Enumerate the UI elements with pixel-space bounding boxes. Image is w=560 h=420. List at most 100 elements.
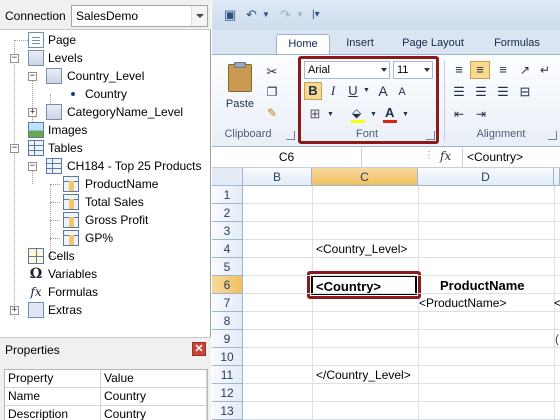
extras-icon (28, 302, 44, 318)
property-name: Name (5, 388, 101, 406)
copy-icon[interactable]: ❐ (264, 84, 280, 100)
cut-icon[interactable]: ✂ (264, 63, 280, 79)
paste-button[interactable]: Paste (222, 61, 256, 115)
formula-input[interactable]: <Country> (462, 148, 523, 167)
tree-item-extras[interactable]: + Extras (0, 301, 211, 319)
orientation-icon[interactable]: ↗ (516, 61, 534, 79)
row-header-12[interactable]: 12 (212, 384, 243, 402)
tree-item-images[interactable]: Images (0, 121, 211, 139)
undo-icon[interactable]: ↶ (246, 7, 257, 23)
row-header-5[interactable]: 5 (212, 258, 243, 276)
collapse-icon[interactable]: − (10, 144, 19, 153)
row-header-10[interactable]: 10 (212, 348, 243, 366)
select-all-corner[interactable] (212, 168, 243, 186)
tree-item-cells[interactable]: Cells (0, 247, 211, 265)
chevron-down-icon[interactable]: ▼ (262, 7, 270, 23)
align-center-icon[interactable]: ☰ (472, 83, 490, 101)
row-header-1[interactable]: 1 (212, 186, 243, 204)
collapse-icon[interactable]: − (28, 162, 37, 171)
chevron-down-icon[interactable] (191, 6, 207, 26)
tab-page-layout[interactable]: Page Layout (394, 34, 472, 54)
insert-function-icon[interactable]: fx (440, 149, 451, 163)
gridline (243, 311, 560, 312)
dialog-launcher-icon[interactable] (286, 131, 295, 140)
redo-icon[interactable]: ↷ (280, 7, 291, 23)
row-header-3[interactable]: 3 (212, 222, 243, 240)
row-header-2[interactable]: 2 (212, 204, 243, 222)
tree-item-column[interactable]: GP% (0, 229, 211, 247)
tree-item-country[interactable]: Country (0, 85, 211, 103)
tab-home[interactable]: Home (276, 34, 330, 54)
tree-item-formulas[interactable]: fx Formulas (0, 283, 211, 301)
column-header-b[interactable]: B (243, 168, 312, 186)
tree-item-label: Formulas (48, 285, 99, 299)
save-icon[interactable]: ▣ (224, 7, 236, 23)
expand-icon[interactable]: + (10, 306, 19, 315)
tree-item-column[interactable]: Total Sales (0, 193, 211, 211)
cell-e9[interactable]: ( (555, 332, 559, 346)
align-left-icon[interactable]: ☰ (450, 83, 468, 101)
wrap-text-icon[interactable]: ↵ (536, 61, 554, 79)
tables-icon (28, 140, 44, 156)
align-middle-icon[interactable]: ≡ (470, 61, 490, 79)
tree-item-column[interactable]: Gross Profit (0, 211, 211, 229)
tree-item-variables[interactable]: Ω Variables (0, 265, 211, 283)
property-name: Description (5, 406, 101, 420)
column-header-d[interactable]: D (418, 168, 554, 186)
row-header-11[interactable]: 11 (212, 366, 243, 384)
property-header: Property (5, 370, 101, 388)
tree-item-levels[interactable]: − Levels (0, 49, 211, 67)
formula-bar: C6 ⋮ fx <Country> (212, 147, 560, 168)
close-icon[interactable]: ✕ (192, 342, 206, 356)
properties-grid: Property Value Name Country Description … (4, 369, 208, 420)
column-icon (63, 212, 79, 228)
merge-center-icon[interactable]: ⊟ (516, 83, 534, 101)
row-header-13[interactable]: 13 (212, 402, 243, 420)
cell-c11[interactable]: </Country_Level> (316, 368, 411, 382)
row-header-9[interactable]: 9 (212, 330, 243, 348)
cell-d6[interactable]: ProductName (440, 278, 525, 293)
align-bottom-icon[interactable]: ≡ (494, 61, 512, 79)
column-header-e[interactable] (554, 168, 560, 186)
align-top-icon[interactable]: ≡ (450, 61, 468, 79)
tree-item-column[interactable]: ProductName (0, 175, 211, 193)
tree-item-category-level[interactable]: + CategoryName_Level (0, 103, 211, 121)
tree-item-label: Variables (48, 267, 98, 281)
customize-toolbar-icon[interactable]: |▾ (312, 7, 320, 23)
tree-item-label: Levels (48, 51, 83, 65)
tree-item-page[interactable]: Page (0, 31, 211, 49)
gridline (243, 221, 560, 222)
expand-icon[interactable]: + (28, 108, 37, 117)
tab-insert[interactable]: Insert (336, 34, 384, 54)
cell-e7[interactable]: < (554, 296, 560, 310)
row-header-6[interactable]: 6 (212, 276, 243, 294)
cell-d7[interactable]: <ProductName> (419, 296, 506, 310)
row-header-4[interactable]: 4 (212, 240, 243, 258)
name-box[interactable]: C6 (212, 148, 362, 167)
tab-formulas[interactable]: Formulas (482, 34, 552, 54)
row-header-8[interactable]: 8 (212, 312, 243, 330)
decrease-indent-icon[interactable]: ⇤ (450, 105, 468, 123)
collapse-icon[interactable]: − (10, 54, 19, 63)
tree-item-tables[interactable]: − Tables (0, 139, 211, 157)
dialog-launcher-icon[interactable] (548, 131, 557, 140)
property-value[interactable]: Country (101, 406, 207, 420)
tree-item-table[interactable]: − CH184 - Top 25 Products (0, 157, 211, 175)
collapse-icon[interactable]: − (28, 72, 37, 81)
format-painter-icon[interactable]: ✎ (264, 105, 280, 121)
chevron-down-icon[interactable]: ▼ (296, 7, 304, 23)
table-icon (46, 158, 62, 174)
align-right-icon[interactable]: ☰ (494, 83, 512, 101)
connection-select[interactable]: SalesDemo (71, 5, 208, 27)
cell-c4[interactable]: <Country_Level> (316, 242, 407, 256)
column-header-c[interactable]: C (312, 168, 418, 186)
tree-item-country-level[interactable]: − Country_Level (0, 67, 211, 85)
properties-title: Properties (5, 343, 60, 357)
worksheet-grid: B C D <Country_Level> <Country> ProductN… (212, 168, 560, 420)
row-header-7[interactable]: 7 (212, 294, 243, 312)
property-value[interactable]: Country (101, 388, 207, 406)
cells-icon (28, 248, 44, 264)
increase-indent-icon[interactable]: ⇥ (472, 105, 490, 123)
level-icon (46, 104, 62, 120)
gridline (243, 329, 560, 330)
